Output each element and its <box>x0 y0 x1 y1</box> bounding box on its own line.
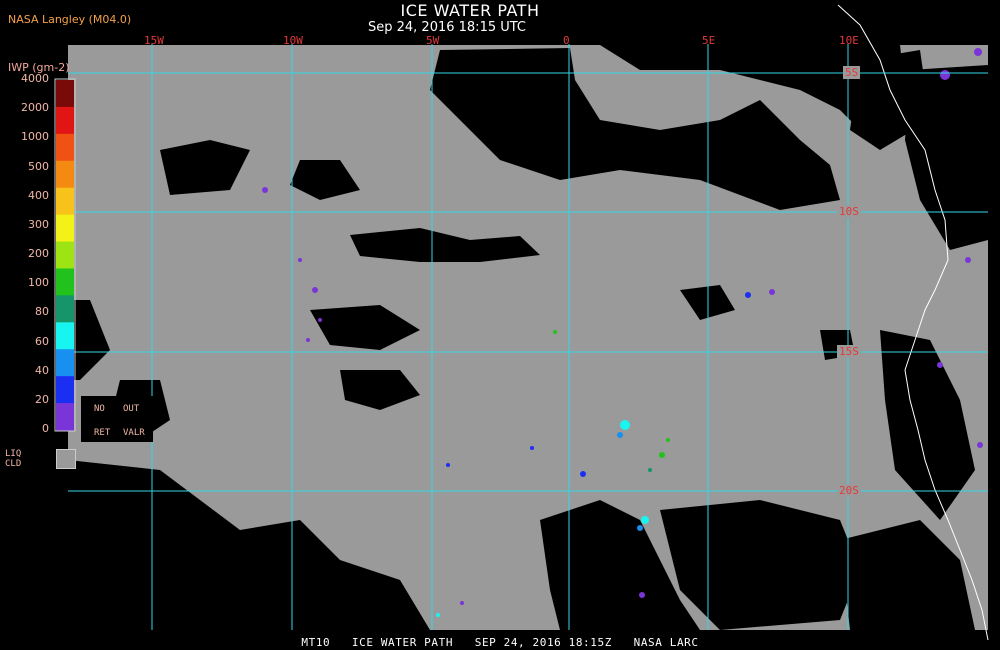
colorbar-swatch <box>56 160 74 189</box>
lat-label-15s: 15S <box>837 345 861 358</box>
colorbar-swatch <box>56 133 74 162</box>
out-label: OUT <box>123 404 140 414</box>
colorbar-swatch <box>56 268 74 296</box>
ret-label: RET <box>94 428 111 438</box>
liquid-cloud-swatch <box>56 449 76 469</box>
no-retrieval-legend: NO OUT RET VALR <box>81 396 153 442</box>
lat-label-5s: 5S <box>843 66 861 79</box>
colorbar-tick-label: 60 <box>35 334 49 348</box>
colorbar-swatch <box>56 241 74 269</box>
no-label: NO <box>94 404 105 414</box>
lon-label-10w: 10W <box>283 34 303 47</box>
lon-label-15w: 15W <box>144 34 164 47</box>
colorbar-tick-label: 1000 <box>21 130 49 144</box>
colorbar-swatch <box>56 214 74 243</box>
lon-label-5w: 5W <box>426 34 440 47</box>
colorbar-tick-label: 2000 <box>21 101 49 115</box>
colorbar-tick-label: 4000 <box>21 72 49 85</box>
lon-label-5e: 5E <box>702 34 716 47</box>
colorbar-swatch <box>56 106 74 135</box>
liquid-cloud-label: LIQ CLD <box>5 449 21 469</box>
colorbar-tick-label: 100 <box>28 276 49 290</box>
colorbar-swatch <box>56 80 74 108</box>
colorbar-swatch <box>56 295 74 323</box>
colorbar-tick-label: 500 <box>28 159 49 173</box>
colorbar-tick-label: 20 <box>35 392 49 406</box>
map-subtitle: Sep 24, 2016 18:15 UTC <box>367 20 527 35</box>
map-title: ICE WATER PATH <box>400 1 540 20</box>
colorbar-swatch <box>56 403 74 431</box>
colorbar-tick-label: 80 <box>35 305 49 319</box>
lat-label-20s: 20S <box>837 484 861 497</box>
colorbar-tick-label: 40 <box>35 363 49 377</box>
colorbar-swatch <box>56 349 74 377</box>
iwp-colorbar <box>54 78 76 432</box>
colorbar-swatch <box>56 376 74 404</box>
liq-label: LIQ <box>5 449 22 459</box>
colorbar-tick-label: 200 <box>28 247 49 260</box>
lat-label-10s: 10S <box>837 205 861 218</box>
colorbar-tick-label: 300 <box>28 217 49 231</box>
valr-label: VALR <box>123 428 145 438</box>
colorbar-tick-label: 0 <box>42 422 49 435</box>
footer-caption: MT10 ICE WATER PATH SEP 24, 2016 18:15Z … <box>301 636 699 649</box>
lon-label-10e: 10E <box>839 34 859 47</box>
lon-label-0: 0 <box>563 34 570 47</box>
colorbar-swatch <box>56 322 74 350</box>
satellite-map <box>54 4 989 641</box>
cld-label: CLD <box>5 459 22 469</box>
colorbar-swatch <box>56 187 74 216</box>
colorbar-tick-label: 400 <box>28 188 49 202</box>
